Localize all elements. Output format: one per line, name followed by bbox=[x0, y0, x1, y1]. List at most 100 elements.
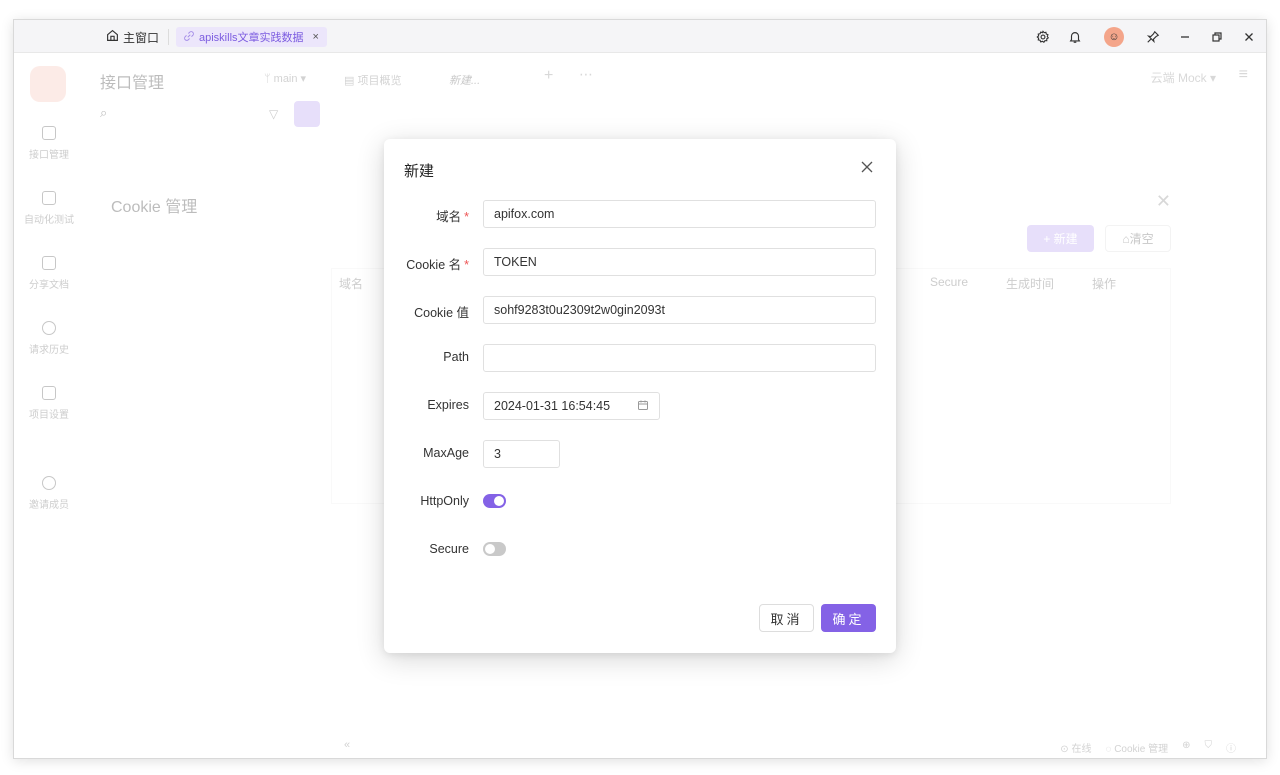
collapse-icon[interactable]: « bbox=[344, 739, 350, 751]
row-expires: Expires 2024-01-31 16:54:45 bbox=[384, 392, 896, 420]
cookie-manager-title: Cookie 管理 bbox=[111, 199, 198, 216]
link-icon bbox=[184, 30, 194, 44]
cookie-manage-label: Cookie 管理 bbox=[1114, 744, 1169, 755]
secure-toggle[interactable] bbox=[483, 542, 506, 556]
row-cookie-name: Cookie 名 * bbox=[384, 248, 896, 276]
settings-icon[interactable] bbox=[1034, 28, 1052, 46]
clear-icon: ⌂ bbox=[1122, 231, 1130, 246]
maxage-input[interactable] bbox=[483, 440, 560, 468]
cookie-clear-button[interactable]: ⌂ 清空 bbox=[1105, 225, 1171, 252]
column-header-secure: Secure bbox=[930, 275, 969, 289]
add-api-button[interactable] bbox=[294, 101, 320, 127]
branch-selector[interactable]: ᛘ main ▾ bbox=[264, 72, 306, 85]
grid-icon bbox=[42, 386, 56, 400]
tab-separator bbox=[168, 29, 169, 45]
secure-label: Secure bbox=[429, 542, 469, 556]
pin-icon[interactable] bbox=[1144, 28, 1162, 46]
cookie-new-button[interactable]: + 新建 bbox=[1027, 225, 1094, 252]
tab-project-label: apiskills文章实践数据 bbox=[199, 32, 304, 44]
online-label: 在线 bbox=[1071, 744, 1092, 755]
document-icon bbox=[42, 256, 56, 270]
cookie-value-input[interactable] bbox=[483, 296, 876, 324]
sidebar-item-history[interactable]: 请求历史 bbox=[14, 321, 84, 356]
status-bar: « ⊙ 在线 ◌ Cookie 管理 ⊕ ⛉ ⓘ bbox=[14, 736, 1266, 758]
sidebar-item-invite[interactable]: 邀请成员 bbox=[14, 476, 84, 511]
cookie-name-label: Cookie 名 * bbox=[406, 258, 469, 272]
toggle-knob bbox=[494, 496, 504, 506]
tab-home[interactable]: 主窗口 bbox=[106, 28, 159, 46]
add-circle-icon[interactable]: ⊕ bbox=[1182, 740, 1190, 755]
tab-home-label: 主窗口 bbox=[123, 30, 160, 45]
sidebar-item-label: 自动化测试 bbox=[24, 215, 74, 226]
cookie-manager-close-icon[interactable]: ✕ bbox=[1156, 191, 1171, 212]
domain-label: 域名 * bbox=[436, 210, 469, 224]
restore-icon[interactable] bbox=[1208, 28, 1226, 46]
close-window-icon[interactable] bbox=[1240, 28, 1258, 46]
row-httponly: HttpOnly bbox=[384, 488, 896, 516]
api-icon bbox=[42, 126, 56, 140]
close-icon[interactable] bbox=[858, 158, 876, 176]
domain-input[interactable] bbox=[483, 200, 876, 228]
filter-icon[interactable]: ▽ bbox=[269, 107, 278, 121]
sidebar-item-label: 分享文档 bbox=[29, 280, 69, 291]
sidebar-item-label: 请求历史 bbox=[29, 345, 69, 356]
online-icon: ⊙ bbox=[1060, 744, 1072, 755]
column-header-created: 生成时间 bbox=[1006, 277, 1055, 291]
online-status[interactable]: ⊙ 在线 bbox=[1060, 740, 1091, 755]
shirt-icon[interactable]: ⛉ bbox=[1205, 740, 1213, 755]
tab-close-icon[interactable]: × bbox=[313, 31, 319, 43]
path-label: Path bbox=[443, 350, 469, 364]
row-maxage: MaxAge bbox=[384, 440, 896, 468]
tab-new[interactable]: 新建... bbox=[449, 72, 480, 88]
status-bar-right: ⊙ 在线 ◌ Cookie 管理 ⊕ ⛉ ⓘ bbox=[1060, 740, 1236, 755]
cookie-value-label: Cookie 值 bbox=[414, 306, 469, 320]
sidebar-item-share[interactable]: 分享文档 bbox=[14, 256, 84, 291]
sidebar-item-label: 项目设置 bbox=[29, 410, 69, 421]
sidebar-item-autotest[interactable]: 自动化测试 bbox=[14, 191, 84, 226]
cancel-button[interactable]: 取消 bbox=[759, 604, 814, 632]
row-cookie-value: Cookie 值 bbox=[384, 296, 896, 324]
tab-project-overview[interactable]: ▤ 项目概览 bbox=[344, 72, 401, 88]
title-bar: 主窗口 apiskills文章实践数据 × ☺ bbox=[14, 20, 1266, 53]
help-icon[interactable]: ⓘ bbox=[1226, 740, 1236, 755]
path-input[interactable] bbox=[483, 344, 876, 372]
row-secure: Secure bbox=[384, 536, 896, 564]
bell-icon[interactable] bbox=[1066, 28, 1084, 46]
overview-icon: ▤ bbox=[344, 75, 358, 87]
home-icon bbox=[106, 29, 119, 45]
row-path: Path bbox=[384, 344, 896, 372]
expires-datepicker[interactable]: 2024-01-31 16:54:45 bbox=[483, 392, 660, 420]
row-domain: 域名 * bbox=[384, 200, 896, 228]
cookie-icon: ◌ bbox=[1105, 744, 1115, 755]
clear-label: 清空 bbox=[1129, 232, 1154, 246]
page-title: 接口管理 bbox=[100, 75, 165, 92]
cloud-mock-selector[interactable]: 云端 Mock ▾ bbox=[1151, 69, 1216, 86]
search-icon: ⌕ bbox=[100, 105, 108, 120]
httponly-label: HttpOnly bbox=[420, 494, 469, 508]
sidebar-item-settings[interactable]: 项目设置 bbox=[14, 386, 84, 421]
sidebar: 接口管理 自动化测试 分享文档 请求历史 项目设置 邀请成员 bbox=[14, 53, 84, 758]
minimize-icon[interactable] bbox=[1176, 28, 1194, 46]
add-tab-icon[interactable]: + bbox=[544, 67, 553, 85]
calendar-icon[interactable] bbox=[637, 399, 649, 414]
expires-label: Expires bbox=[427, 398, 469, 412]
user-avatar[interactable]: ☺ bbox=[1104, 27, 1124, 47]
tab-label: 项目概览 bbox=[357, 75, 402, 87]
sidebar-item-label: 接口管理 bbox=[29, 150, 69, 161]
cookie-manage-status[interactable]: ◌ Cookie 管理 bbox=[1105, 740, 1168, 755]
app-logo bbox=[30, 66, 66, 102]
titlebar-icons: ☺ bbox=[1034, 26, 1258, 48]
cookie-name-input[interactable] bbox=[483, 248, 876, 276]
branch-icon: ᛘ bbox=[264, 73, 274, 85]
more-tabs-icon[interactable]: ⋯ bbox=[579, 66, 593, 83]
history-icon bbox=[42, 321, 56, 335]
toggle-knob bbox=[485, 544, 495, 554]
sidebar-item-api[interactable]: 接口管理 bbox=[14, 126, 84, 161]
search-input[interactable]: ⌕ bbox=[100, 105, 290, 125]
expires-value: 2024-01-31 16:54:45 bbox=[494, 399, 611, 413]
confirm-button[interactable]: 确定 bbox=[821, 604, 876, 632]
invite-user-icon bbox=[42, 476, 56, 490]
menu-icon[interactable]: ≡ bbox=[1239, 66, 1248, 84]
httponly-toggle[interactable] bbox=[483, 494, 506, 508]
tab-project[interactable]: apiskills文章实践数据 × bbox=[176, 27, 327, 47]
